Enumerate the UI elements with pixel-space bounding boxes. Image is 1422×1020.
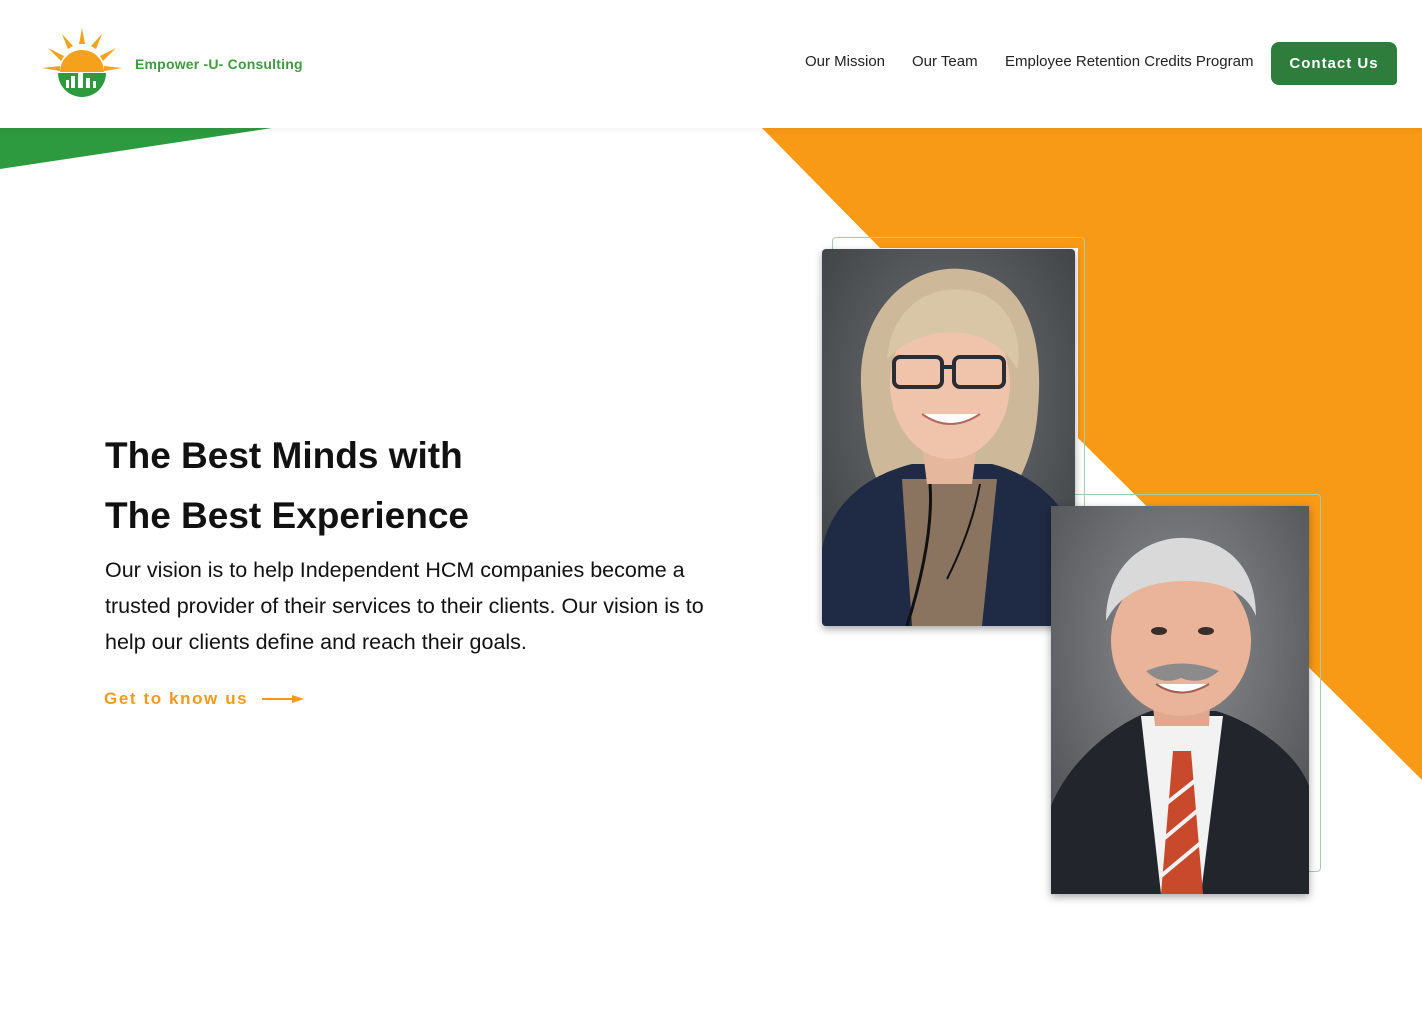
arrow-right-icon	[262, 695, 305, 703]
nav-our-team[interactable]: Our Team	[912, 53, 978, 70]
nav-employee-retention-credits[interactable]: Employee Retention Credits Program	[1005, 53, 1253, 70]
sun-city-logo[interactable]	[40, 26, 124, 98]
hero-title-line1: The Best Minds with	[105, 435, 463, 476]
hero-title: The Best Minds with The Best Experience	[105, 426, 725, 546]
hero-description: Our vision is to help Independent HCM co…	[105, 558, 704, 654]
contact-us-button[interactable]: Contact Us	[1271, 42, 1397, 85]
team-photo-woman	[822, 249, 1075, 626]
hero-title-line2: The Best Experience	[105, 495, 469, 536]
get-to-know-us-link[interactable]: Get to know us	[104, 686, 305, 712]
team-photo-man	[1051, 506, 1309, 894]
site-header: Empower -U- Consulting Our Mission Our T…	[0, 0, 1422, 128]
page: Empower -U- Consulting Our Mission Our T…	[0, 0, 1422, 1020]
nav-our-mission[interactable]: Our Mission	[805, 53, 885, 70]
green-wedge-shape	[0, 128, 272, 169]
brand-name[interactable]: Empower -U- Consulting	[135, 56, 303, 72]
cta-label: Get to know us	[104, 689, 249, 708]
